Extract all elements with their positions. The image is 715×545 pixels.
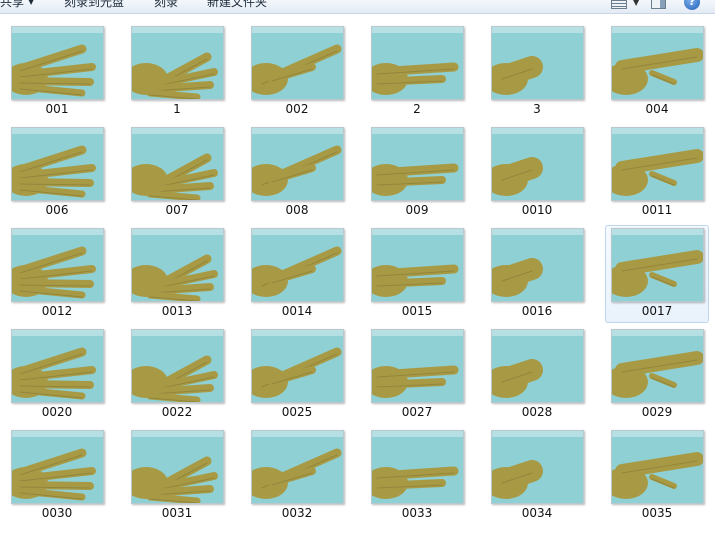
file-item-1[interactable]: 1 xyxy=(125,25,229,123)
file-name-label: 0015 xyxy=(401,304,433,318)
file-name-label: 0033 xyxy=(401,506,433,520)
file-name-label: 001 xyxy=(45,102,69,116)
file-item-0017[interactable]: 0017 xyxy=(605,225,709,323)
file-item-0011[interactable]: 0011 xyxy=(605,126,709,224)
file-name-label: 0029 xyxy=(641,405,673,419)
image-thumbnail xyxy=(11,127,104,201)
image-thumbnail xyxy=(251,228,344,302)
file-name-label: 0014 xyxy=(281,304,313,318)
file-item-0035[interactable]: 0035 xyxy=(605,429,709,527)
image-thumbnail xyxy=(371,127,464,201)
file-name-label: 2 xyxy=(413,102,421,116)
file-item-0022[interactable]: 0022 xyxy=(125,328,229,426)
file-name-label: 0020 xyxy=(41,405,73,419)
image-thumbnail xyxy=(491,26,584,100)
file-name-label: 0025 xyxy=(281,405,313,419)
file-item-0025[interactable]: 0025 xyxy=(245,328,349,426)
file-item-0030[interactable]: 0030 xyxy=(5,429,109,527)
file-name-label: 0034 xyxy=(521,506,553,520)
file-name-label: 0012 xyxy=(41,304,73,318)
image-thumbnail xyxy=(251,329,344,403)
image-thumbnail xyxy=(491,228,584,302)
image-thumbnail xyxy=(611,127,704,201)
image-thumbnail xyxy=(131,127,224,201)
file-item-0033[interactable]: 0033 xyxy=(365,429,469,527)
file-item-007[interactable]: 007 xyxy=(125,126,229,224)
image-thumbnail xyxy=(11,228,104,302)
file-item-0015[interactable]: 0015 xyxy=(365,227,469,325)
file-name-label: 004 xyxy=(645,102,669,116)
file-grid: 001 1 002 2 3 004 006 007 008 009 0010 0011 0012 0013… xyxy=(0,0,715,545)
file-name-label: 0030 xyxy=(41,506,73,520)
image-thumbnail xyxy=(371,329,464,403)
file-name-label: 1 xyxy=(173,102,181,116)
file-item-0012[interactable]: 0012 xyxy=(5,227,109,325)
file-item-0013[interactable]: 0013 xyxy=(125,227,229,325)
file-item-0034[interactable]: 0034 xyxy=(485,429,589,527)
file-item-2[interactable]: 2 xyxy=(365,25,469,123)
image-thumbnail xyxy=(11,329,104,403)
file-name-label: 0013 xyxy=(161,304,193,318)
image-thumbnail xyxy=(371,26,464,100)
file-item-0014[interactable]: 0014 xyxy=(245,227,349,325)
image-thumbnail xyxy=(11,26,104,100)
file-item-008[interactable]: 008 xyxy=(245,126,349,224)
file-item-0031[interactable]: 0031 xyxy=(125,429,229,527)
file-item-009[interactable]: 009 xyxy=(365,126,469,224)
file-item-006[interactable]: 006 xyxy=(5,126,109,224)
file-name-label: 0010 xyxy=(521,203,553,217)
image-thumbnail xyxy=(131,228,224,302)
file-name-label: 0016 xyxy=(521,304,553,318)
image-thumbnail xyxy=(131,329,224,403)
file-item-0028[interactable]: 0028 xyxy=(485,328,589,426)
file-name-label: 0022 xyxy=(161,405,193,419)
image-thumbnail xyxy=(611,329,704,403)
image-thumbnail xyxy=(491,127,584,201)
file-name-label: 3 xyxy=(533,102,541,116)
image-thumbnail xyxy=(611,228,704,302)
image-thumbnail xyxy=(131,26,224,100)
image-thumbnail xyxy=(611,26,704,100)
file-name-label: 006 xyxy=(45,203,69,217)
file-name-label: 0017 xyxy=(641,304,673,318)
file-explorer-window: 共享 ▼ 刻录到光盘 刻录 新建文件夹 ▼ ? 001 1 002 2 3 004 006 00… xyxy=(0,0,715,545)
image-thumbnail xyxy=(251,26,344,100)
file-name-label: 009 xyxy=(405,203,429,217)
file-item-0010[interactable]: 0010 xyxy=(485,126,589,224)
file-item-3[interactable]: 3 xyxy=(485,25,589,123)
image-thumbnail xyxy=(11,430,104,504)
image-thumbnail xyxy=(251,127,344,201)
file-item-0027[interactable]: 0027 xyxy=(365,328,469,426)
image-thumbnail xyxy=(371,228,464,302)
file-name-label: 0032 xyxy=(281,506,313,520)
image-thumbnail xyxy=(491,430,584,504)
file-name-label: 0027 xyxy=(401,405,433,419)
file-item-0016[interactable]: 0016 xyxy=(485,227,589,325)
file-item-0029[interactable]: 0029 xyxy=(605,328,709,426)
file-item-0020[interactable]: 0020 xyxy=(5,328,109,426)
file-name-label: 002 xyxy=(285,102,309,116)
file-name-label: 007 xyxy=(165,203,189,217)
image-thumbnail xyxy=(251,430,344,504)
file-item-004[interactable]: 004 xyxy=(605,25,709,123)
file-item-0032[interactable]: 0032 xyxy=(245,429,349,527)
file-name-label: 0028 xyxy=(521,405,553,419)
image-thumbnail xyxy=(611,430,704,504)
file-name-label: 0035 xyxy=(641,506,673,520)
image-thumbnail xyxy=(491,329,584,403)
file-name-label: 008 xyxy=(285,203,309,217)
image-thumbnail xyxy=(371,430,464,504)
file-item-002[interactable]: 002 xyxy=(245,25,349,123)
file-name-label: 0011 xyxy=(641,203,673,217)
file-name-label: 0031 xyxy=(161,506,193,520)
image-thumbnail xyxy=(131,430,224,504)
file-item-001[interactable]: 001 xyxy=(5,25,109,123)
